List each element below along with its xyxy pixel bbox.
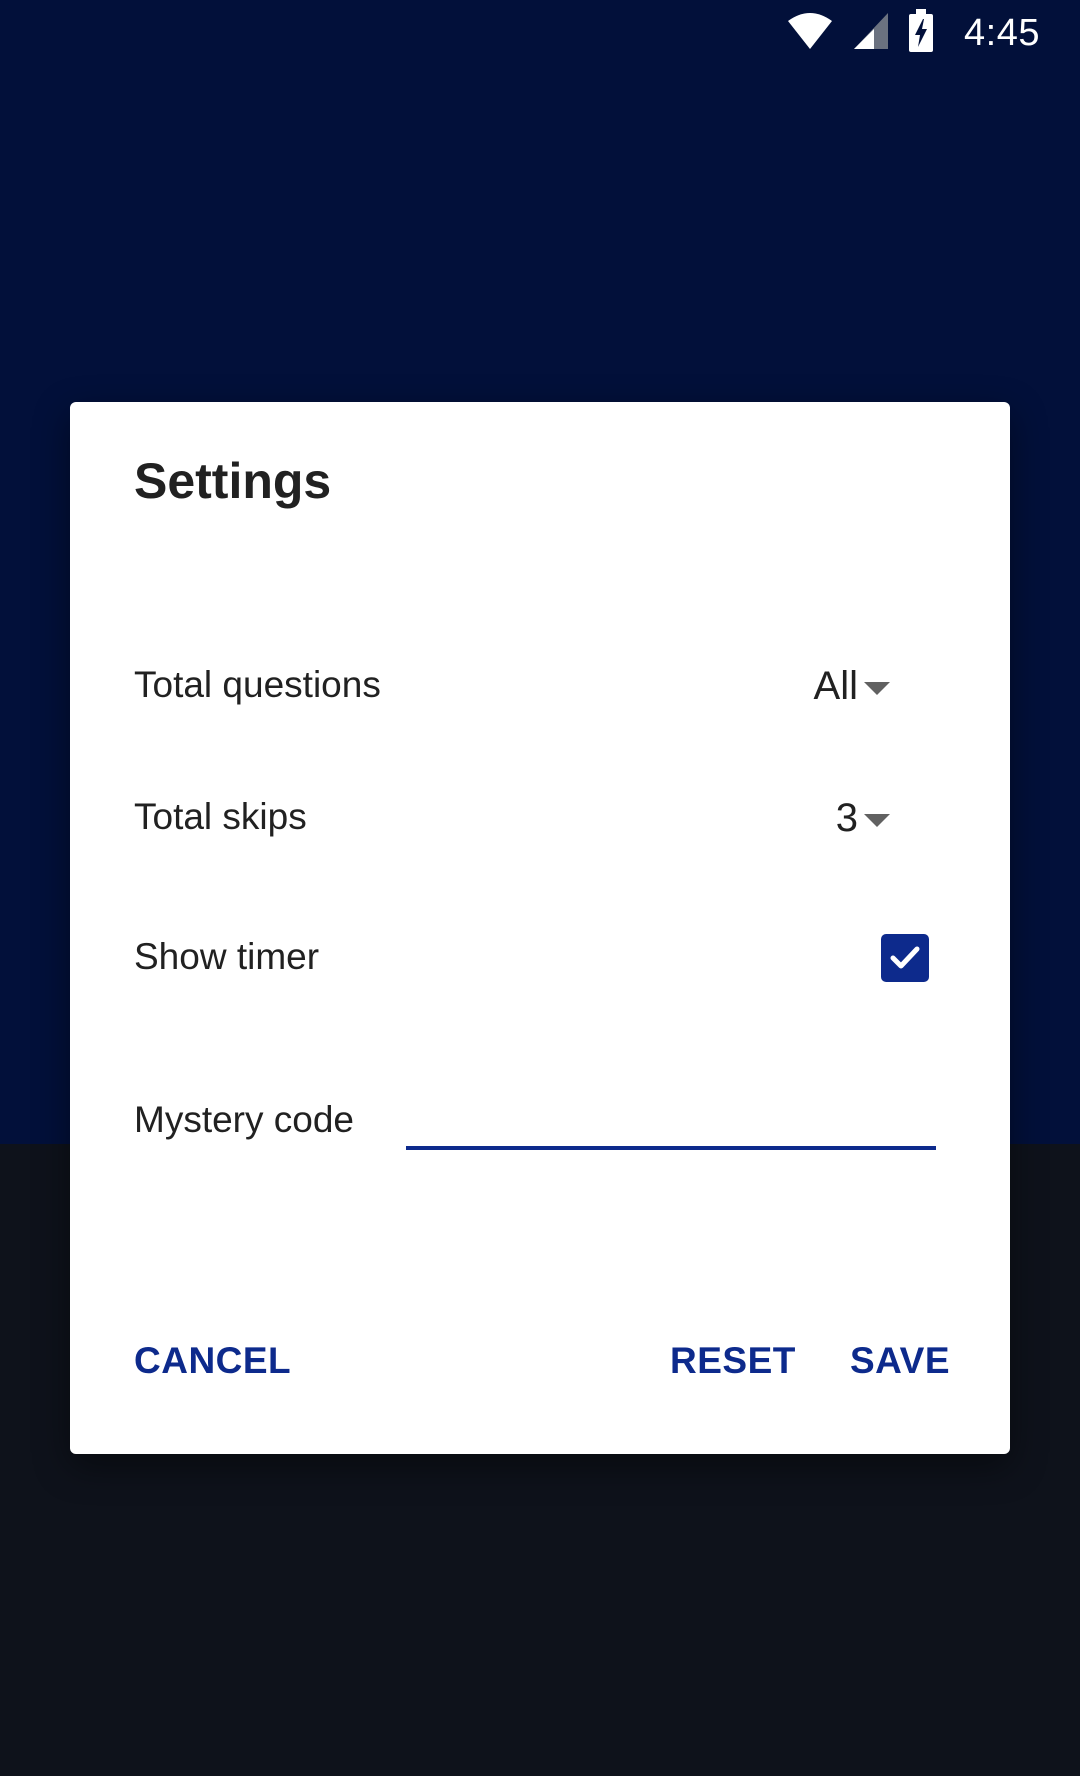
- total-skips-label: Total skips: [134, 796, 307, 837]
- status-icons: 4:45: [786, 8, 1040, 58]
- dropdown-arrow-icon: [864, 814, 890, 827]
- dropdown-arrow-icon: [864, 682, 890, 695]
- total-questions-label: Total questions: [134, 664, 381, 705]
- checkmark-icon: [890, 946, 920, 969]
- cell-signal-icon: [852, 11, 890, 56]
- settings-dialog: Settings Total questions All Total skips…: [70, 402, 1010, 1454]
- reset-button[interactable]: RESET: [670, 1340, 796, 1382]
- show-timer-checkbox[interactable]: [881, 934, 929, 982]
- mystery-code-label: Mystery code: [134, 1099, 355, 1140]
- save-button[interactable]: SAVE: [850, 1340, 950, 1382]
- cancel-button[interactable]: CANCEL: [134, 1340, 291, 1382]
- status-bar: 4:45: [0, 0, 1080, 66]
- total-skips-spinner[interactable]: 3: [630, 784, 970, 864]
- total-skips-value: 3: [835, 796, 858, 840]
- mystery-code-input[interactable]: [406, 1074, 936, 1150]
- status-time: 4:45: [964, 11, 1040, 54]
- battery-charging-icon: [908, 8, 934, 58]
- total-questions-spinner[interactable]: All: [630, 652, 970, 732]
- total-questions-value: All: [813, 664, 858, 708]
- wifi-icon: [786, 11, 834, 56]
- show-timer-label: Show timer: [134, 936, 320, 977]
- dialog-title: Settings: [134, 453, 332, 509]
